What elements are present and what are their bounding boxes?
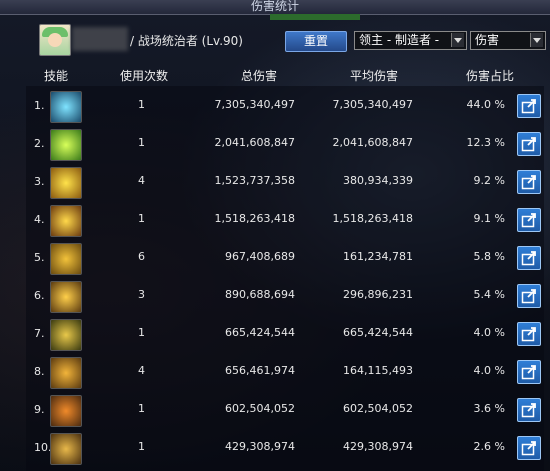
- row-avg-damage: 2,041,608,847: [332, 136, 413, 149]
- share-icon[interactable]: [517, 94, 541, 118]
- row-damage-percent: 9.2 %: [473, 174, 505, 187]
- reset-button[interactable]: 重置: [285, 31, 347, 52]
- row-count: 1: [138, 98, 145, 111]
- skill-icon-5: [50, 243, 82, 275]
- row-index: 3.: [34, 175, 45, 188]
- table-row: 5. 6 967,408,689 161,234,781 5.8 %: [0, 239, 550, 277]
- share-icon[interactable]: [517, 208, 541, 232]
- col-avg: 平均伤害: [350, 69, 399, 83]
- row-index: 2.: [34, 137, 45, 150]
- share-icon[interactable]: [517, 246, 541, 270]
- row-count: 1: [138, 136, 145, 149]
- row-count: 4: [138, 174, 145, 187]
- row-avg-damage: 161,234,781: [343, 250, 413, 263]
- skill-icon-2: [50, 129, 82, 161]
- skill-icon-9: [50, 395, 82, 427]
- col-count: 使用次数: [120, 69, 169, 83]
- row-damage-percent: 2.6 %: [473, 440, 505, 453]
- row-damage-percent: 3.6 %: [473, 402, 505, 415]
- share-icon[interactable]: [517, 170, 541, 194]
- row-damage-percent: 12.3 %: [466, 136, 505, 149]
- row-index: 8.: [34, 365, 45, 378]
- row-count: 1: [138, 402, 145, 415]
- table-row: 2. 1 2,041,608,847 2,041,608,847 12.3 %: [0, 125, 550, 163]
- row-total-damage: 656,461,974: [225, 364, 295, 377]
- row-total-damage: 429,308,974: [225, 440, 295, 453]
- row-index: 1.: [34, 99, 45, 112]
- row-total-damage: 602,504,052: [225, 402, 295, 415]
- share-icon[interactable]: [517, 436, 541, 460]
- skill-icon-10: [50, 433, 82, 465]
- row-count: 1: [138, 212, 145, 225]
- row-damage-percent: 9.1 %: [473, 212, 505, 225]
- skill-icon-6: [50, 281, 82, 313]
- row-avg-damage: 665,424,544: [343, 326, 413, 339]
- row-count: 1: [138, 440, 145, 453]
- share-icon[interactable]: [517, 398, 541, 422]
- row-count: 3: [138, 288, 145, 301]
- chevron-down-icon[interactable]: [530, 33, 543, 47]
- row-avg-damage: 7,305,340,497: [332, 98, 413, 111]
- avatar: [39, 24, 71, 56]
- skill-icon-4: [50, 205, 82, 237]
- share-icon[interactable]: [517, 360, 541, 384]
- col-total: 总伤害: [241, 69, 278, 83]
- row-damage-percent: 5.4 %: [473, 288, 505, 301]
- table-row: 10. 1 429,308,974 429,308,974 2.6 %: [0, 429, 550, 467]
- character-info: / 战场统治者 (Lv.90): [130, 34, 243, 48]
- skill-icon-3: [50, 167, 82, 199]
- row-index: 6.: [34, 289, 45, 302]
- row-avg-damage: 602,504,052: [343, 402, 413, 415]
- row-total-damage: 7,305,340,497: [214, 98, 295, 111]
- row-avg-damage: 380,934,339: [343, 174, 413, 187]
- row-index: 5.: [34, 251, 45, 264]
- row-avg-damage: 164,115,493: [343, 364, 413, 377]
- row-total-damage: 1,518,263,418: [214, 212, 295, 225]
- row-avg-damage: 296,896,231: [343, 288, 413, 301]
- share-icon[interactable]: [517, 284, 541, 308]
- row-index: 10.: [34, 441, 52, 454]
- share-icon[interactable]: [517, 322, 541, 346]
- table-row: 3. 4 1,523,737,358 380,934,339 9.2 %: [0, 163, 550, 201]
- row-index: 4.: [34, 213, 45, 226]
- row-total-damage: 1,523,737,358: [214, 174, 295, 187]
- share-icon[interactable]: [517, 132, 541, 156]
- row-avg-damage: 1,518,263,418: [332, 212, 413, 225]
- row-avg-damage: 429,308,974: [343, 440, 413, 453]
- hp-bar: [270, 14, 360, 20]
- window-titlebar[interactable]: 伤害统计: [0, 0, 550, 15]
- blurred-character-name: [72, 27, 128, 51]
- row-damage-percent: 4.0 %: [473, 364, 505, 377]
- row-damage-percent: 4.0 %: [473, 326, 505, 339]
- window-title: 伤害统计: [250, 0, 299, 13]
- row-index: 9.: [34, 403, 45, 416]
- row-count: 4: [138, 364, 145, 377]
- row-damage-percent: 44.0 %: [466, 98, 505, 111]
- row-count: 1: [138, 326, 145, 339]
- chevron-down-icon[interactable]: [451, 33, 464, 47]
- table-row: 4. 1 1,518,263,418 1,518,263,418 9.1 %: [0, 201, 550, 239]
- mode-select[interactable]: 伤害: [470, 31, 546, 50]
- target-select[interactable]: 领主 - 制造者 -: [354, 31, 467, 50]
- table-row: 1. 1 7,305,340,497 7,305,340,497 44.0 %: [0, 87, 550, 125]
- skill-icon-8: [50, 357, 82, 389]
- col-skill: 技能: [44, 69, 69, 83]
- mode-select-value: 伤害: [475, 33, 500, 47]
- row-total-damage: 967,408,689: [225, 250, 295, 263]
- row-damage-percent: 5.8 %: [473, 250, 505, 263]
- table-row: 7. 1 665,424,544 665,424,544 4.0 %: [0, 315, 550, 353]
- row-total-damage: 665,424,544: [225, 326, 295, 339]
- skill-icon-7: [50, 319, 82, 351]
- row-total-damage: 890,688,694: [225, 288, 295, 301]
- table-row: 8. 4 656,461,974 164,115,493 4.0 %: [0, 353, 550, 391]
- skill-icon-1: [50, 91, 82, 123]
- row-index: 7.: [34, 327, 45, 340]
- row-count: 6: [138, 250, 145, 263]
- table-row: 6. 3 890,688,694 296,896,231 5.4 %: [0, 277, 550, 315]
- table-header: 技能 使用次数 总伤害 平均伤害 伤害占比: [26, 66, 544, 84]
- col-pct: 伤害占比: [466, 69, 515, 83]
- table-row: 9. 1 602,504,052 602,504,052 3.6 %: [0, 391, 550, 429]
- target-select-value: 领主 - 制造者 -: [359, 33, 440, 47]
- row-total-damage: 2,041,608,847: [214, 136, 295, 149]
